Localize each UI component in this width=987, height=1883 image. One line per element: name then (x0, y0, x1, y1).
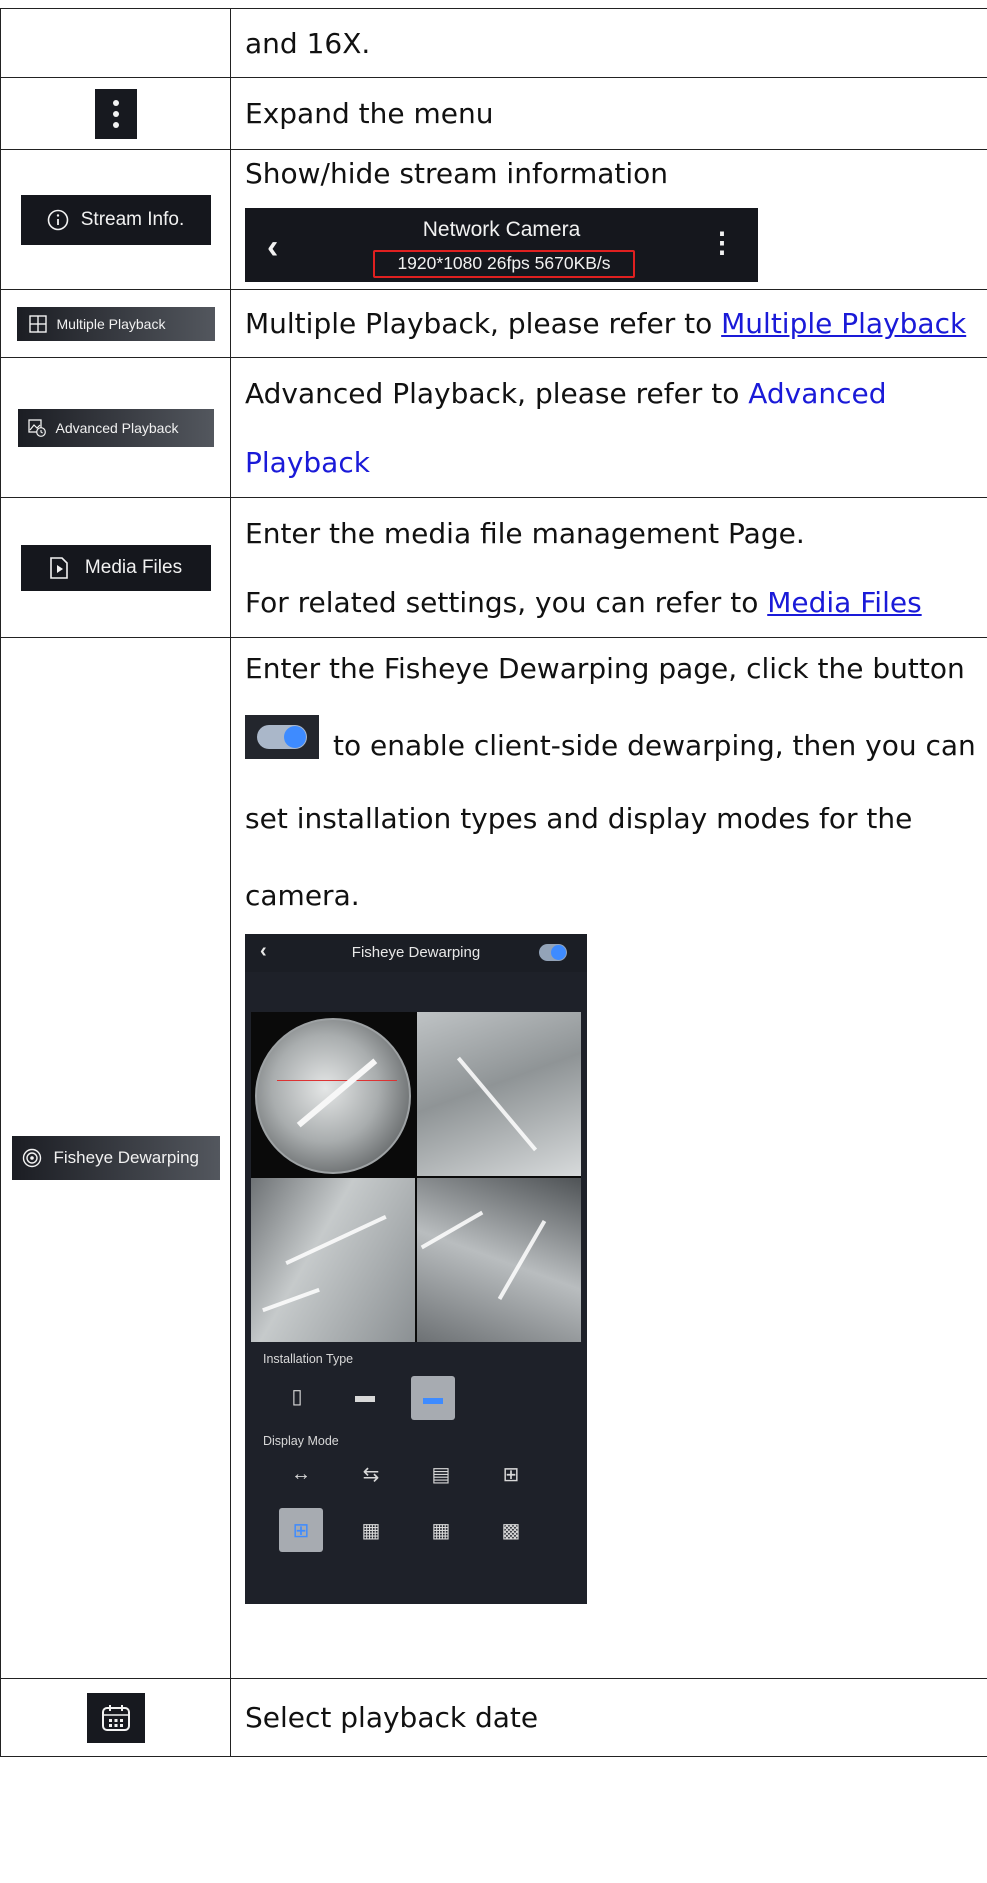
vertical-dots-icon (112, 99, 119, 128)
row-description: and 16X. (230, 8, 987, 78)
stream-info-label: Stream Info. (80, 208, 185, 230)
table-row: Multiple Playback Multiple Playback, ple… (0, 289, 987, 358)
feature-table: and 16X. Expand the menu Stream Info. Sh… (0, 8, 987, 1757)
multiple-playback-button[interactable]: Multiple Playback (16, 306, 215, 341)
row-description: Advanced Playback, please refer to (245, 376, 749, 410)
multiple-playback-link[interactable]: Multiple Playback (721, 307, 966, 340)
stream-info-preview: ‹ Network Camera 1920*1080 26fps 5670KB/… (245, 208, 758, 282)
dewarping-toggle-icon (245, 715, 319, 759)
wall-mount-icon: ▯ (291, 1385, 303, 1408)
quad-view-icon: ⊞ (502, 1463, 520, 1486)
fisheye-dewarping-button[interactable]: Fisheye Dewarping (11, 1136, 220, 1180)
advanced-playback-link[interactable]: Advanced (748, 377, 886, 410)
media-files-button[interactable]: Media Files (20, 544, 211, 591)
row-description: Enter the Fisheye Dewarping page, click … (245, 652, 965, 685)
row-description: Expand the menu (230, 77, 987, 150)
fisheye-view (251, 1012, 415, 1176)
calendar-icon (101, 1704, 130, 1731)
grid-square-icon (28, 314, 47, 333)
row-description: Enter the media file management Page. (245, 516, 805, 550)
select-date-button[interactable] (86, 1692, 145, 1743)
grid9-icon: ▩ (501, 1519, 521, 1542)
table-row: and 16X. (0, 8, 987, 78)
dewarped-view (417, 1012, 581, 1176)
table-row: Fisheye Dewarping Enter the Fisheye Dewa… (0, 637, 987, 1679)
dewarped-video-grid (251, 1012, 581, 1342)
info-circle-icon (47, 209, 69, 230)
row-description-cont: camera. (245, 879, 360, 912)
stream-stats: 1920*1080 26fps 5670KB/s (373, 250, 635, 278)
table-row: Expand the menu (0, 77, 987, 150)
advanced-playback-button[interactable]: Advanced Playback (17, 408, 214, 447)
advanced-playback-link-cont[interactable]: Playback (245, 446, 987, 479)
preview-camera-title: Network Camera (422, 218, 581, 241)
table-row: Select playback date (0, 1678, 987, 1757)
target-circle-icon (22, 1148, 41, 1168)
fisheye-dewarping-label: Fisheye Dewarping (53, 1148, 200, 1167)
dewarped-view (251, 1178, 415, 1342)
media-files-label: Media Files (84, 556, 183, 578)
dual-panorama-icon: ⇆ (362, 1463, 380, 1486)
media-files-link[interactable]: Media Files (767, 586, 921, 619)
table-row: Media Files Enter the media file managem… (0, 497, 987, 638)
phone-header: ‹ Fisheye Dewarping (245, 934, 587, 972)
installation-type-label: Installation Type (263, 1352, 354, 1366)
ceiling-mount-icon: ▬ (355, 1384, 375, 1407)
table-row: Stream Info. Show/hide stream informatio… (0, 149, 987, 290)
row-description-cont: set installation types and display modes… (245, 802, 913, 835)
advanced-playback-label: Advanced Playback (55, 419, 179, 436)
table-row: Advanced Playback Advanced Playback, ple… (0, 357, 987, 498)
vertical-dots-icon: ⋮ (708, 227, 736, 258)
row-description: Show/hide stream information (245, 157, 669, 190)
panorama-split-icon: ▤ (431, 1463, 451, 1486)
panorama-grid6-icon: ▦ (431, 1519, 451, 1542)
expand-menu-button[interactable] (94, 88, 137, 139)
display-mode-label: Display Mode (263, 1434, 339, 1448)
dewarping-toggle (539, 944, 567, 961)
dewarped-view (417, 1178, 581, 1342)
row-description: Multiple Playback, please refer to (245, 307, 722, 340)
multiple-playback-label: Multiple Playback (56, 315, 166, 332)
panorama-icon: ↔ (291, 1462, 311, 1485)
image-clock-icon (27, 418, 46, 437)
quad-view-selected-icon: ⊞ (279, 1508, 323, 1552)
row-description-cont: For related settings, you can refer to (245, 585, 768, 619)
panorama-grid-icon: ▦ (361, 1519, 381, 1542)
desktop-mount-icon: ▬ (411, 1376, 455, 1420)
phone-title: Fisheye Dewarping (351, 944, 481, 961)
row-description-cont: to enable client-side dewarping, then yo… (333, 729, 976, 762)
fisheye-screenshot: ‹ Fisheye Dewarping Installation Type ▯ … (245, 934, 587, 1604)
stream-info-button[interactable]: Stream Info. (20, 194, 211, 245)
row-description: Select playback date (230, 1678, 987, 1757)
file-play-icon (50, 556, 68, 579)
